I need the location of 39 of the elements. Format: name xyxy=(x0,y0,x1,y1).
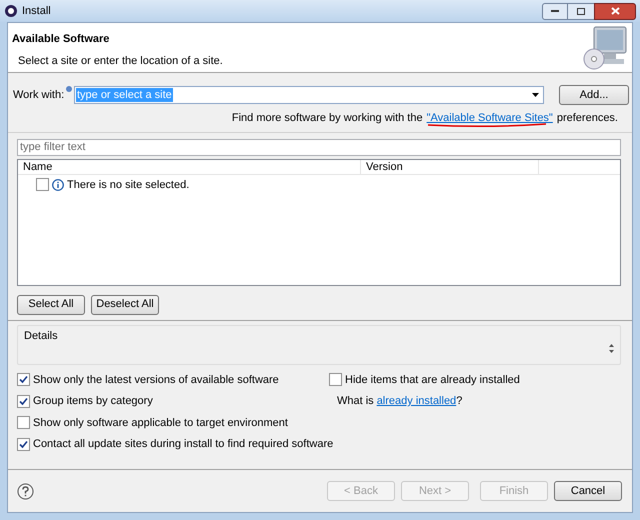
option-label: Contact all update sites during install to find required software xyxy=(33,437,334,452)
already-installed-link[interactable]: already installed xyxy=(376,393,456,410)
add-button[interactable]: Add... xyxy=(559,85,629,105)
checkbox[interactable] xyxy=(17,438,30,451)
filter-field[interactable]: type filter text xyxy=(17,138,621,156)
details-title: Details xyxy=(24,328,58,344)
software-sites-link[interactable]: "Available Software Sites" xyxy=(426,110,553,126)
dropdown-arrow-icon xyxy=(532,93,540,97)
checkbox[interactable] xyxy=(17,394,30,408)
preferences-text: Find more software by working with the xyxy=(232,111,423,126)
column-header[interactable]: Version xyxy=(361,160,539,174)
page-subtitle: Select a site or enter the location of a site. xyxy=(18,54,224,68)
option-label: Show only software applicable to target environment xyxy=(33,416,288,430)
close-icon xyxy=(610,7,620,15)
wizard-button[interactable]: Cancel xyxy=(554,481,622,501)
work-with-label: Work with: xyxy=(13,88,64,103)
checkbox[interactable] xyxy=(36,178,49,192)
app-icon xyxy=(4,4,18,18)
option-label: Show only the latest versions of available software xyxy=(33,372,279,388)
checkbox[interactable] xyxy=(17,373,30,386)
close-button[interactable] xyxy=(594,2,636,20)
preferences-text: preferences. xyxy=(556,111,618,126)
installed-note: What is xyxy=(337,394,374,409)
option-label: Group items by category xyxy=(33,394,153,409)
deselect-all-button[interactable]: Deselect All xyxy=(91,294,159,314)
installed-note: ? xyxy=(456,394,462,409)
checkbox[interactable] xyxy=(329,373,342,386)
tree-row-text[interactable]: There is no site selected. xyxy=(67,176,190,193)
maximize-button[interactable] xyxy=(568,2,594,20)
help-icon[interactable] xyxy=(17,482,34,500)
site-value: type or select a site xyxy=(76,88,173,102)
window-title: Install xyxy=(22,4,51,19)
checkbox[interactable] xyxy=(17,416,30,430)
option-label: Hide items that are already installed xyxy=(345,372,520,388)
select-all-button[interactable]: Select All xyxy=(17,294,85,314)
page-title: Available Software xyxy=(12,32,110,47)
minimize-button[interactable] xyxy=(542,2,568,20)
scroll-arrows-icon xyxy=(609,344,614,352)
column-header[interactable]: Name xyxy=(18,160,361,174)
